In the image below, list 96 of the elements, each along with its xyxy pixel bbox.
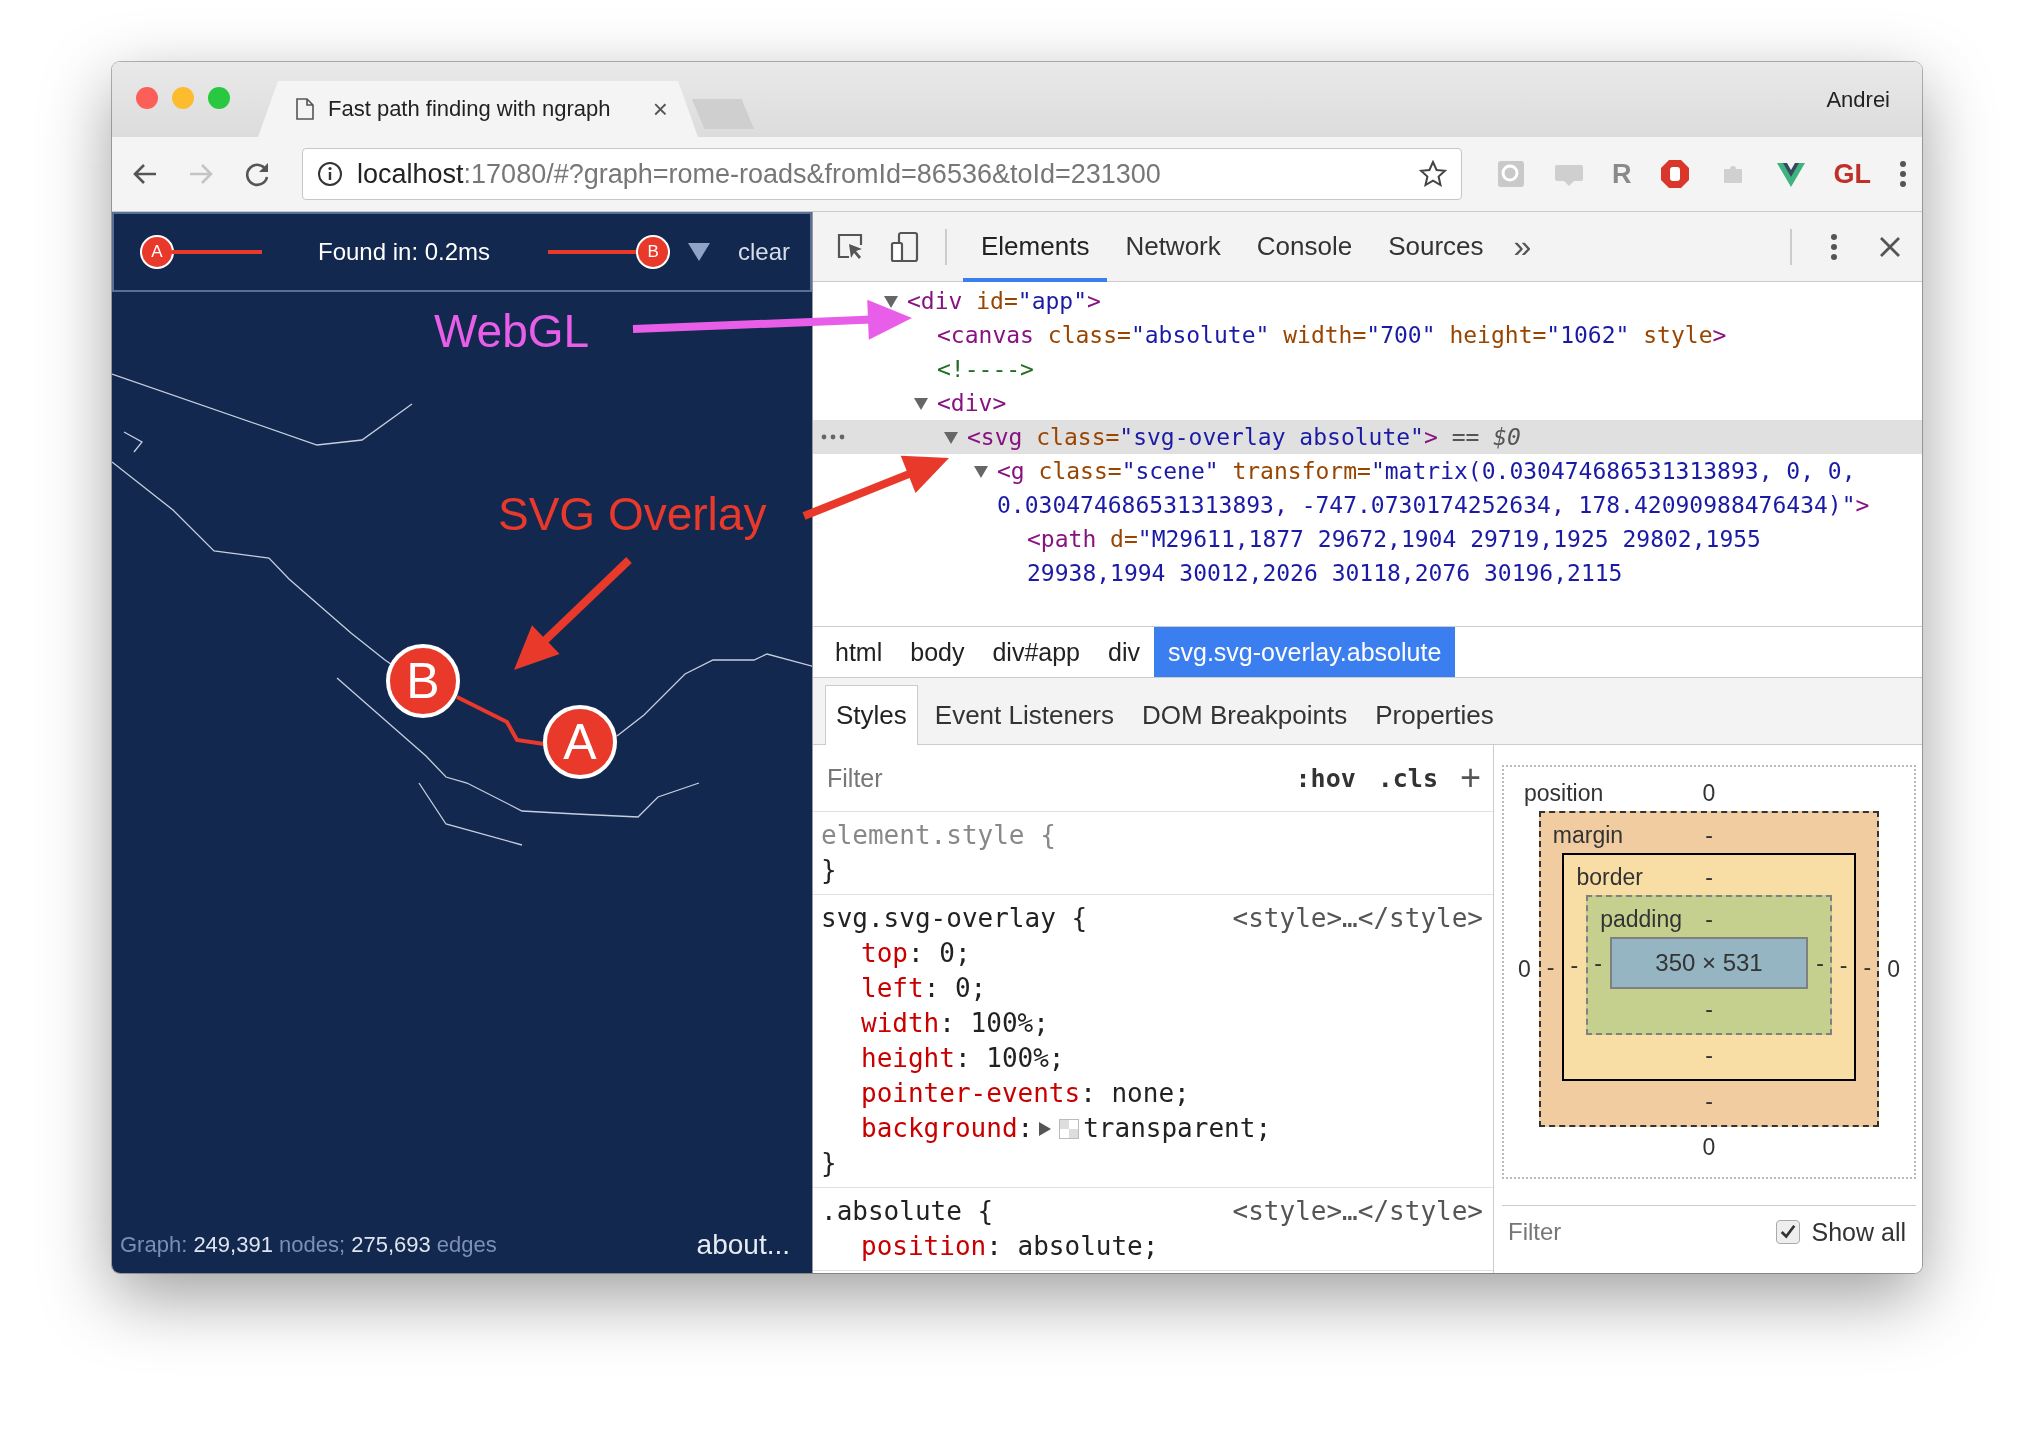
box-model-value: 0 bbox=[1518, 955, 1531, 983]
tab-close-button[interactable]: × bbox=[652, 93, 668, 125]
css-declaration: position: absolute; bbox=[860, 1230, 1160, 1263]
box-model-label: border bbox=[1576, 863, 1643, 892]
extension-button[interactable]: GL bbox=[1833, 158, 1871, 190]
color-swatch-icon[interactable] bbox=[1059, 1118, 1080, 1139]
devtools-tab[interactable]: Sources bbox=[1370, 211, 1502, 282]
class-toggle-button[interactable]: .cls bbox=[1377, 763, 1438, 793]
box-model-value: - bbox=[1705, 1087, 1713, 1116]
breadcrumb[interactable]: div bbox=[1094, 627, 1154, 677]
stop-hand-icon[interactable] bbox=[1659, 159, 1690, 189]
timing-text: Found in: 0.2ms bbox=[318, 238, 491, 266]
graph-stats-text: Graph: 249,391 nodes; 275,693 edges bbox=[120, 1232, 497, 1258]
css-declaration: height: 100%; bbox=[860, 1042, 1066, 1075]
box-model-value: - bbox=[1839, 951, 1848, 979]
closing-brace: } bbox=[821, 854, 838, 887]
dom-node[interactable]: <canvas class="absolute" width="700" height="1062" style> bbox=[813, 318, 1922, 352]
content-size: 350 × 531 bbox=[1609, 937, 1809, 989]
box-model-value: 0 bbox=[1702, 1133, 1716, 1162]
breadcrumb[interactable]: svg.svg-overlay.absolute bbox=[1154, 627, 1456, 677]
box-model-value: - bbox=[1816, 949, 1824, 977]
close-icon[interactable] bbox=[1878, 234, 1902, 259]
dom-node[interactable]: <g class="scene" transform="matrix(0.030474686531313893, 0, 0, 0.030474686531313893, -747.0730174252634, 178.42090988476434)"> bbox=[813, 454, 1922, 522]
address-bar[interactable]: localhost:17080/#?graph=rome-roads&fromId=86536&toId=231300 bbox=[302, 148, 1462, 200]
box-model-value: - bbox=[1705, 905, 1713, 934]
panel-tab[interactable]: Properties bbox=[1364, 685, 1505, 744]
devtools-tab[interactable]: Console bbox=[1238, 211, 1371, 282]
styles-filter-field[interactable]: Filter bbox=[825, 762, 1274, 794]
ellipsis-icon[interactable] bbox=[821, 434, 845, 440]
breadcrumb[interactable]: div#app bbox=[978, 627, 1095, 677]
bookmark-star-icon[interactable] bbox=[1419, 160, 1447, 188]
breadcrumb[interactable]: html bbox=[821, 627, 897, 677]
browser-tab[interactable]: Fast path finding with ngraph × bbox=[258, 81, 698, 137]
expand-triangle-icon[interactable] bbox=[973, 463, 989, 479]
css-selector: element.style { bbox=[821, 819, 1056, 852]
computed-filter-field[interactable]: Filter bbox=[1506, 1217, 1776, 1247]
devtools-tab[interactable]: Elements bbox=[963, 211, 1108, 282]
info-icon bbox=[317, 161, 343, 187]
box-model-value: 0 bbox=[1887, 955, 1900, 983]
map-marker[interactable]: B bbox=[386, 644, 460, 718]
box-model-value: - bbox=[1863, 953, 1872, 981]
css-declaration: left: 0; bbox=[860, 972, 988, 1005]
box-model-value: - bbox=[1594, 949, 1602, 977]
dom-node[interactable]: <div> bbox=[813, 386, 1922, 420]
box-model-value: - bbox=[1705, 995, 1713, 1024]
url-text: localhost:17080/#?graph=rome-roads&fromId=86536&toId=231300 bbox=[357, 158, 1162, 190]
more-tabs-button[interactable]: » bbox=[1513, 228, 1532, 265]
box-model-label: position bbox=[1524, 779, 1604, 808]
box-model-value: - bbox=[1570, 951, 1579, 979]
panel-tab[interactable]: DOM Breakpoints bbox=[1131, 685, 1359, 744]
devtools-tab[interactable]: Network bbox=[1107, 211, 1239, 282]
box-model-value: - bbox=[1705, 821, 1713, 850]
box-model-value: - bbox=[1546, 953, 1555, 981]
closing-brace: } bbox=[821, 1147, 838, 1180]
annotation-label: SVG Overlay bbox=[498, 487, 767, 541]
box-model-value: - bbox=[1705, 1041, 1713, 1070]
box-model-value: - bbox=[1705, 863, 1713, 892]
profile-name[interactable]: Andrei bbox=[1826, 86, 1890, 113]
panel-tab[interactable]: Styles bbox=[825, 685, 918, 745]
menu-icon[interactable] bbox=[1899, 160, 1907, 188]
dropdown-triangle-icon[interactable] bbox=[688, 243, 711, 261]
stylesheet-link[interactable]: <style>…</style> bbox=[1232, 901, 1483, 936]
show-all-checkbox[interactable] bbox=[1775, 1220, 1800, 1244]
stylesheet-link[interactable]: <style>…</style> bbox=[1232, 1194, 1483, 1229]
expand-triangle-icon[interactable] bbox=[913, 395, 929, 411]
menu-icon[interactable] bbox=[1830, 232, 1838, 261]
panel-tab[interactable]: Event Listeners bbox=[923, 685, 1126, 744]
expand-triangle-icon[interactable] bbox=[883, 293, 899, 309]
about-link[interactable]: about... bbox=[696, 1229, 790, 1261]
new-rule-button[interactable]: + bbox=[1459, 757, 1481, 799]
css-declaration: pointer-events: none; bbox=[860, 1077, 1191, 1110]
expand-triangle-icon[interactable] bbox=[1039, 1121, 1052, 1136]
css-selector: svg.svg-overlay { bbox=[821, 902, 1088, 935]
device-toolbar-icon[interactable] bbox=[889, 230, 921, 263]
tab-title: Fast path finding with ngraph bbox=[328, 96, 612, 122]
css-declaration: background: transparent; bbox=[860, 1112, 1273, 1145]
map-marker[interactable]: A bbox=[543, 705, 617, 779]
end-point-marker[interactable]: B bbox=[636, 235, 671, 269]
box-model-value: 0 bbox=[1702, 779, 1716, 808]
css-declaration: top: 0; bbox=[860, 937, 972, 970]
dom-node[interactable]: <path d="M29611,1877 29672,1904 29719,1925 29802,1955 29938,1994 30012,2026 30118,2076 30196,2115 bbox=[813, 522, 1922, 590]
show-all-label: Show all bbox=[1811, 1217, 1906, 1247]
box-model-label: margin bbox=[1552, 821, 1624, 850]
clear-link[interactable]: clear bbox=[737, 238, 790, 266]
dom-node[interactable]: <svg class="svg-overlay absolute"> == $0 bbox=[813, 420, 1922, 454]
annotation-label: WebGL bbox=[434, 304, 590, 358]
css-declaration: width: 100%; bbox=[860, 1007, 1050, 1040]
dom-node[interactable]: <!----> bbox=[813, 352, 1922, 386]
expand-triangle-icon[interactable] bbox=[943, 429, 959, 445]
css-selector: .absolute { bbox=[821, 1195, 994, 1228]
hover-state-button[interactable]: :hov bbox=[1295, 763, 1356, 793]
dom-node[interactable]: <div id="app"> bbox=[813, 284, 1922, 318]
start-point-marker[interactable]: A bbox=[140, 235, 174, 269]
page-icon bbox=[296, 98, 314, 120]
box-model-label: padding bbox=[1600, 905, 1682, 934]
breadcrumb[interactable]: body bbox=[896, 627, 979, 677]
